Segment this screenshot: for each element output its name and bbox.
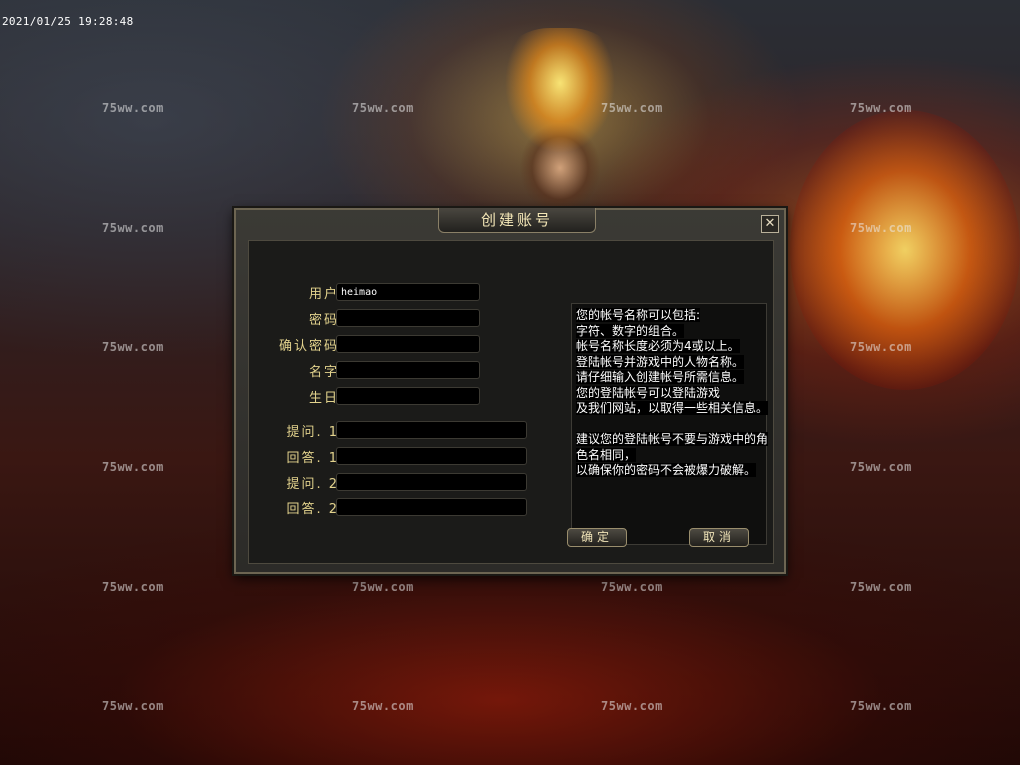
- watermark: 75ww.com: [850, 699, 912, 713]
- watermark: 75ww.com: [850, 101, 912, 115]
- watermark: 75ww.com: [850, 580, 912, 594]
- hero-artwork: [490, 28, 630, 218]
- confirm-button[interactable]: 确定: [567, 528, 627, 547]
- info-line: 以确保你的密码不会被爆力破解。: [576, 463, 757, 477]
- info-line: 请仔细输入创建帐号所需信息。: [576, 370, 745, 384]
- confirm-password-label: 确认密码: [278, 339, 339, 354]
- password-label: 密码: [308, 313, 339, 328]
- info-line: 您的登陆帐号可以登陆游戏: [576, 385, 721, 400]
- question-2-label: 提问. 2: [286, 477, 339, 492]
- password-input[interactable]: [336, 309, 480, 327]
- watermark: 75ww.com: [601, 101, 663, 115]
- info-line: 帐号名称长度必须为4或以上。: [576, 339, 740, 353]
- watermark: 75ww.com: [102, 101, 164, 115]
- name-label: 名字: [308, 365, 339, 380]
- watermark: 75ww.com: [850, 221, 912, 235]
- question-2-input[interactable]: [336, 473, 527, 491]
- watermark: 75ww.com: [352, 580, 414, 594]
- info-line: 字符、数字的组合。: [576, 323, 685, 338]
- answer-2-input[interactable]: [336, 498, 527, 516]
- watermark: 75ww.com: [102, 580, 164, 594]
- birthday-label: 生日: [308, 391, 339, 406]
- info-line: 您的帐号名称可以包括:: [576, 308, 701, 322]
- cancel-button[interactable]: 取消: [689, 528, 749, 547]
- birthday-input[interactable]: [336, 387, 480, 405]
- close-button[interactable]: ✕: [761, 215, 779, 233]
- dialog-title: 创建账号: [438, 208, 596, 233]
- game-background: 2021/01/25 19:28:48 75ww.com 75ww.com 75…: [0, 0, 1020, 765]
- watermark: 75ww.com: [601, 580, 663, 594]
- watermark: 75ww.com: [850, 460, 912, 474]
- watermark: 75ww.com: [102, 340, 164, 354]
- watermark: 75ww.com: [102, 699, 164, 713]
- create-account-dialog: 创建账号 ✕ 用户 密码 确认密码 名字 生日 提问. 1 回答. 1 提问. …: [234, 208, 786, 574]
- question-1-label: 提问. 1: [286, 425, 339, 440]
- account-rules-info: 您的帐号名称可以包括: 字符、数字的组合。 帐号名称长度必须为4或以上。 登陆帐…: [571, 303, 769, 545]
- dialog-panel: 用户 密码 确认密码 名字 生日 提问. 1 回答. 1 提问. 2 回答. 2…: [248, 240, 774, 564]
- watermark: 75ww.com: [102, 221, 164, 235]
- answer-1-input[interactable]: [336, 447, 527, 465]
- watermark: 75ww.com: [352, 101, 414, 115]
- watermark: 75ww.com: [352, 699, 414, 713]
- timestamp: 2021/01/25 19:28:48: [2, 15, 134, 28]
- info-line: 建议您的登陆帐号不要与游戏中的角: [576, 432, 769, 446]
- watermark: 75ww.com: [102, 460, 164, 474]
- watermark: 75ww.com: [850, 340, 912, 354]
- answer-1-label: 回答. 1: [286, 451, 339, 466]
- username-input[interactable]: [336, 283, 480, 301]
- info-line: 及我们网站，以取得一些相关信息。: [576, 401, 769, 415]
- answer-2-label: 回答. 2: [286, 502, 339, 517]
- username-label: 用户: [308, 287, 339, 302]
- info-line: 登陆帐号并游戏中的人物名称。: [576, 354, 745, 369]
- question-1-input[interactable]: [336, 421, 527, 439]
- info-line: 色名相同，: [576, 447, 637, 462]
- confirm-password-input[interactable]: [336, 335, 480, 353]
- name-input[interactable]: [336, 361, 480, 379]
- watermark: 75ww.com: [601, 699, 663, 713]
